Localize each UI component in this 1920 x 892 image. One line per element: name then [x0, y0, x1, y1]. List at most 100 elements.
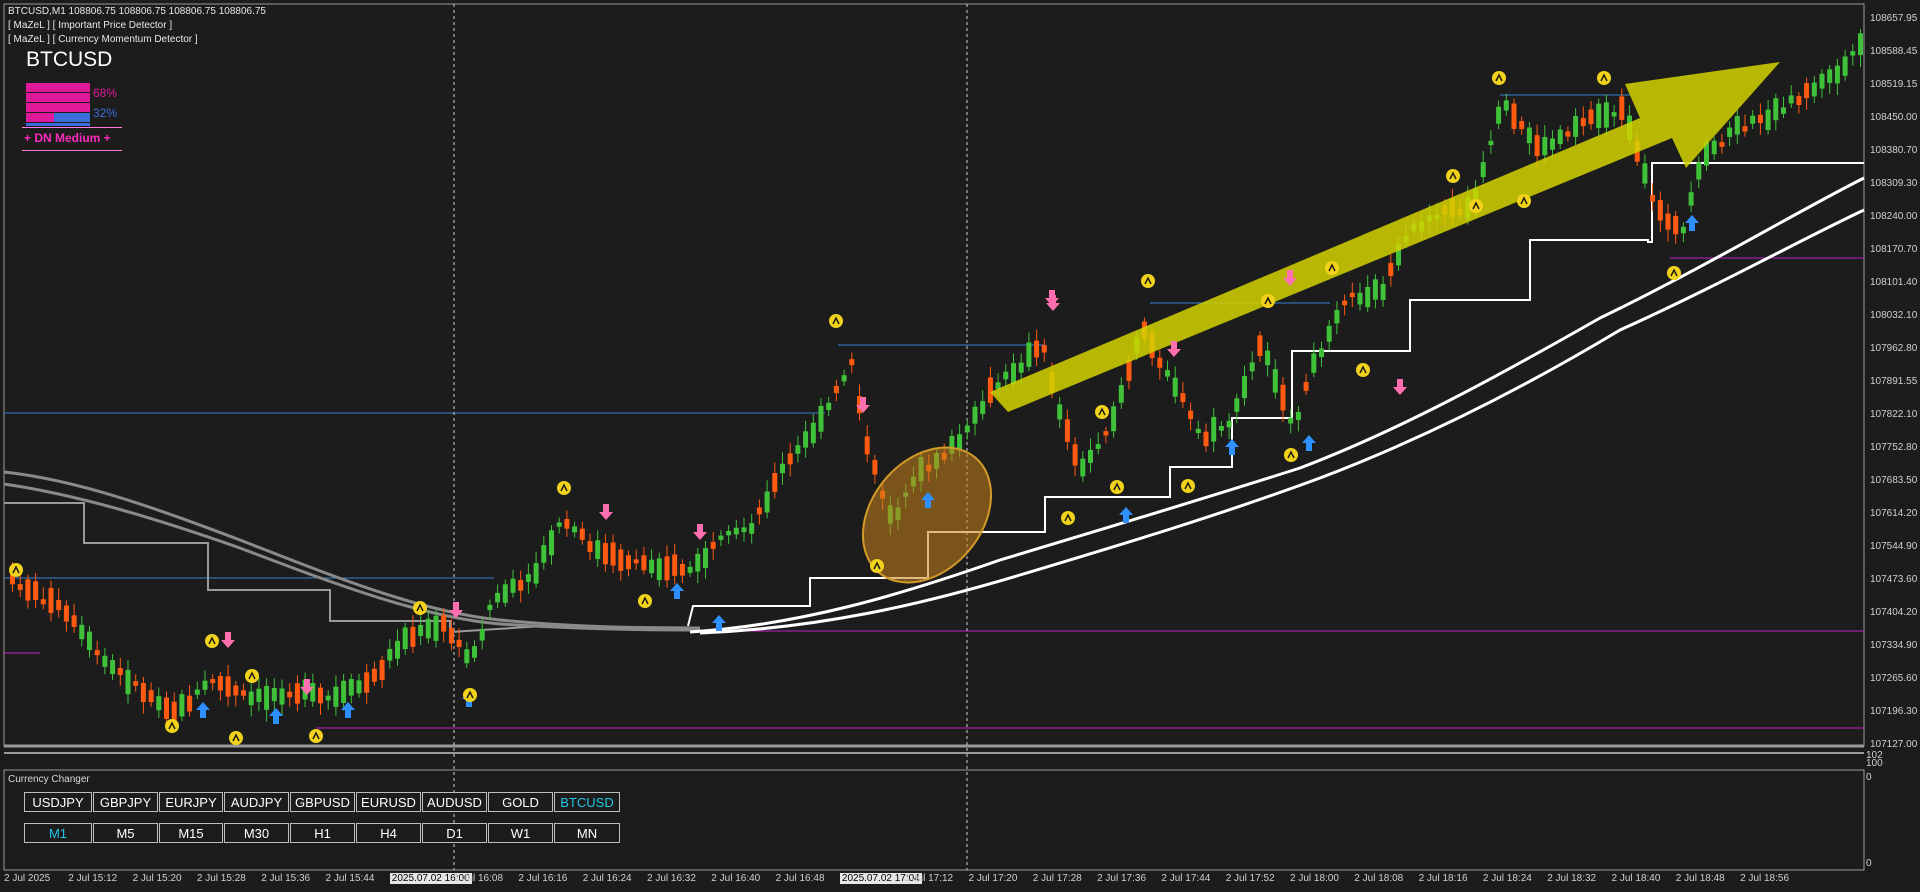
sell-arrow-icon: [693, 524, 707, 540]
candle: [433, 615, 439, 641]
candle: [325, 695, 331, 701]
timeframe-button-m1[interactable]: M1: [24, 823, 92, 843]
candle: [1242, 375, 1247, 399]
time-axis-label: 2 Jul 18:32: [1547, 873, 1597, 884]
time-axis-label: 2 Jul 16:16: [518, 873, 568, 884]
signal-marker-icon: [829, 314, 843, 328]
candle: [741, 527, 747, 533]
price-axis-label: 107334.90: [1870, 640, 1918, 651]
candle: [1295, 411, 1301, 421]
candle: [1511, 103, 1517, 129]
candle: [1858, 33, 1863, 56]
signal-marker-icon: [413, 601, 427, 615]
candle: [379, 659, 385, 681]
candle: [402, 627, 408, 650]
candle: [641, 555, 647, 571]
candle: [1757, 114, 1763, 124]
timeframe-button-w1[interactable]: W1: [488, 823, 553, 843]
timeframe-button-mn[interactable]: MN: [554, 823, 620, 843]
candle: [1026, 342, 1032, 367]
signal-marker-icon: [1492, 71, 1506, 85]
symbol-button-btcusd[interactable]: BTCUSD: [554, 792, 620, 812]
time-axis-label: 2 Jul 15:36: [261, 873, 311, 884]
panel-title: Currency Changer: [8, 774, 90, 785]
candle: [964, 425, 970, 433]
candle: [1642, 163, 1648, 184]
candle: [33, 581, 39, 601]
time-axis-label: 2 Jul 16:08: [454, 873, 504, 884]
candle: [733, 527, 739, 535]
candle: [1088, 449, 1093, 463]
symbol-button-gold[interactable]: GOLD: [488, 792, 553, 812]
price-chart[interactable]: [0, 0, 1920, 892]
price-axis-label: 108519.15: [1870, 79, 1918, 90]
time-axis-label: 2 Jul 18:48: [1675, 873, 1725, 884]
symbol-button-gbpusd[interactable]: GBPUSD: [290, 792, 355, 812]
candle: [79, 624, 85, 640]
candle: [1827, 69, 1833, 83]
candle: [210, 679, 216, 684]
symbol-button-gbpjpy[interactable]: GBPJPY: [93, 792, 158, 812]
candle: [980, 401, 986, 415]
candle: [1796, 96, 1802, 105]
timeframe-button-m15[interactable]: M15: [159, 823, 223, 843]
candle: [1226, 420, 1232, 428]
candle: [1211, 416, 1217, 442]
candle: [333, 686, 339, 707]
price-axis-label: 107683.50: [1870, 475, 1918, 486]
candle: [310, 683, 316, 702]
timeframe-button-h1[interactable]: H1: [290, 823, 355, 843]
candle: [1719, 142, 1725, 147]
candle: [287, 691, 293, 698]
symbol-button-usdjpy[interactable]: USDJPY: [24, 792, 92, 812]
candlestick-series: [10, 29, 1863, 733]
timeframe-button-h4[interactable]: H4: [356, 823, 421, 843]
candle: [63, 605, 69, 622]
signal-marker-icon: [870, 559, 884, 573]
symbol-button-eurjpy[interactable]: EURJPY: [159, 792, 223, 812]
time-axis-label: 2 Jul 2025: [4, 873, 51, 884]
time-axis-label: 2 Jul 17:28: [1032, 873, 1082, 884]
timeframe-button-d1[interactable]: D1: [422, 823, 487, 843]
candle: [1811, 82, 1817, 97]
signal-marker-icon: [1517, 194, 1531, 208]
candle: [448, 627, 454, 644]
candle: [48, 587, 54, 613]
candle: [1734, 116, 1740, 135]
candle: [602, 543, 608, 565]
candle: [841, 375, 847, 382]
indicator-label: [ MaZeL ] [ Currency Momentum Detector ]: [8, 34, 198, 45]
chart-window[interactable]: BTCUSD,M1 108806.75 108806.75 108806.75 …: [0, 0, 1920, 892]
candle: [1619, 96, 1625, 120]
candle: [1041, 345, 1047, 353]
price-axis-label: 108450.00: [1870, 112, 1918, 123]
buy-arrow-icon: [1685, 215, 1699, 231]
candle: [187, 695, 193, 712]
candle: [1342, 300, 1348, 306]
candle: [587, 541, 593, 553]
symbol-button-audusd[interactable]: AUDUSD: [422, 792, 487, 812]
candle: [1496, 106, 1502, 124]
candle: [271, 687, 277, 702]
signal-marker-icon: [1261, 294, 1275, 308]
candle: [341, 680, 347, 704]
candle: [1218, 425, 1224, 431]
candle: [649, 559, 655, 574]
symbol-button-audjpy[interactable]: AUDJPY: [224, 792, 289, 812]
timeframe-button-m5[interactable]: M5: [93, 823, 158, 843]
candle: [1534, 135, 1540, 156]
chart-title: BTCUSD,M1 108806.75 108806.75 108806.75 …: [8, 6, 266, 17]
signal-marker-icon: [1141, 274, 1155, 288]
candle: [510, 578, 516, 593]
signal-marker-icon: [9, 563, 23, 577]
candle: [1111, 406, 1117, 432]
candle: [1665, 213, 1671, 230]
candle: [849, 359, 855, 366]
symbol-button-eurusd[interactable]: EURUSD: [356, 792, 421, 812]
price-axis-label: 108309.30: [1870, 178, 1918, 189]
candle: [1519, 121, 1525, 130]
candle: [572, 526, 578, 533]
candle: [479, 628, 485, 641]
timeframe-button-m30[interactable]: M30: [224, 823, 289, 843]
signal-marker-icon: [1469, 199, 1483, 213]
